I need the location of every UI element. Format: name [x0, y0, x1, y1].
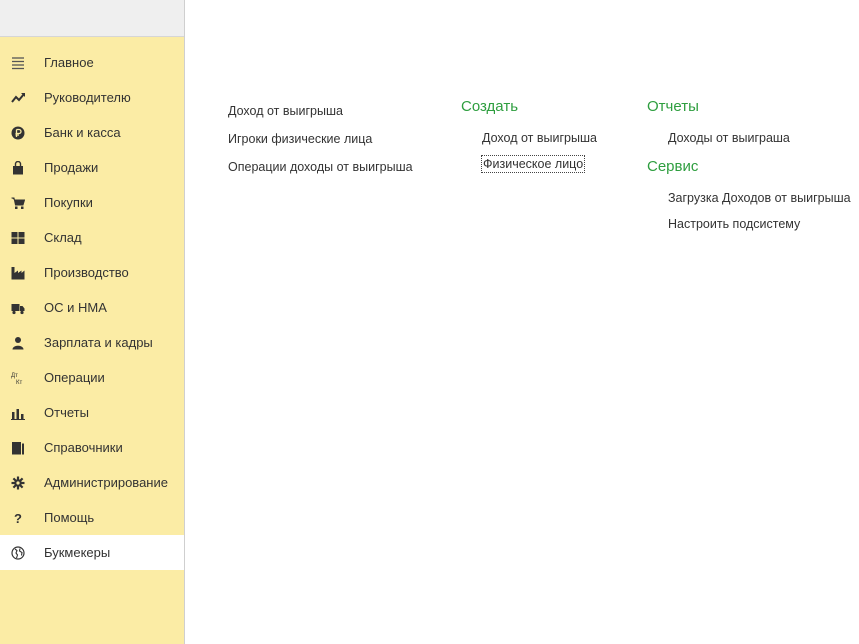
sidebar-item-label: Помощь: [44, 510, 95, 525]
sidebar-item-label: Справочники: [44, 440, 123, 455]
svg-text:Кт: Кт: [16, 380, 22, 385]
globe-icon: [11, 545, 25, 560]
sidebar-item-help[interactable]: ? Помощь: [0, 500, 184, 535]
person-icon: [11, 336, 25, 350]
report-income-from-winnings[interactable]: Доходы от выиграша: [668, 130, 851, 146]
factory-icon: [11, 266, 25, 280]
bar-chart-icon: [11, 406, 25, 420]
sidebar-item-label: Продажи: [44, 160, 99, 175]
link-income-from-winnings[interactable]: Доход от выигрыша: [228, 103, 413, 119]
sidebar-item-label: Отчеты: [44, 405, 89, 420]
question-icon: ?: [11, 511, 25, 525]
link-players-individuals[interactable]: Игроки физические лица: [228, 131, 413, 147]
reports-section-title: Отчеты: [647, 98, 699, 115]
link-winnings-operations[interactable]: Операции доходы от выигрыша: [228, 159, 413, 175]
sidebar-item-label: Производство: [44, 265, 129, 280]
sidebar-item-sales[interactable]: Продажи: [0, 150, 184, 185]
sidebar-item-bank[interactable]: Банк и касса: [0, 115, 184, 150]
sidebar-item-production[interactable]: Производство: [0, 255, 184, 290]
sidebar-item-label: Склад: [44, 230, 82, 245]
reports-service-column: Отчеты Доходы от выиграша Сервис Загрузк…: [647, 98, 851, 242]
ruble-icon: [11, 126, 25, 140]
svg-text:?: ?: [14, 511, 22, 525]
sidebar-item-label: Покупки: [44, 195, 93, 210]
sidebar-item-label: Банк и касса: [44, 125, 121, 140]
sidebar-item-label: ОС и НМА: [44, 300, 107, 315]
sidebar-item-fixed-assets[interactable]: ОС и НМА: [0, 290, 184, 325]
sidebar: Главное Руководителю Банк и касса Продаж…: [0, 0, 185, 644]
service-configure-subsystem[interactable]: Настроить подсистему: [668, 216, 851, 232]
sidebar-item-administration[interactable]: Администрирование: [0, 465, 184, 500]
sidebar-item-warehouse[interactable]: Склад: [0, 220, 184, 255]
create-section: Создать Доход от выигрыша Физическое лиц…: [461, 98, 597, 182]
shopping-bag-icon: [11, 160, 25, 175]
service-section-title: Сервис: [647, 158, 699, 175]
cart-icon: [11, 196, 25, 210]
truck-icon: [11, 301, 25, 315]
menu-lines-icon: [11, 56, 25, 70]
sidebar-item-label: Букмекеры: [44, 545, 111, 560]
sidebar-item-main[interactable]: Главное: [0, 45, 184, 80]
create-income-from-winnings[interactable]: Доход от выигрыша: [482, 130, 597, 146]
sidebar-item-manager[interactable]: Руководителю: [0, 80, 184, 115]
sidebar-item-label: Зарплата и кадры: [44, 335, 153, 350]
sidebar-item-label: Руководителю: [44, 90, 131, 105]
main-links: Доход от выигрыша Игроки физические лица…: [228, 103, 413, 187]
sidebar-item-bookmakers[interactable]: Букмекеры: [0, 535, 184, 570]
sidebar-item-label: Администрирование: [44, 475, 168, 490]
sidebar-item-label: Главное: [44, 55, 94, 70]
create-individual[interactable]: Физическое лицо: [480, 155, 586, 173]
sidebar-item-purchases[interactable]: Покупки: [0, 185, 184, 220]
svg-text:Дт: Дт: [11, 373, 18, 379]
sidebar-item-label: Операции: [44, 370, 105, 385]
trend-icon: [11, 91, 25, 105]
main-content: Доход от выигрыша Игроки физические лица…: [185, 0, 859, 644]
sidebar-item-salary[interactable]: Зарплата и кадры: [0, 325, 184, 360]
service-load-winnings-income[interactable]: Загрузка Доходов от выигрыша: [668, 190, 851, 206]
dt-kt-icon: Дт Кт: [11, 371, 25, 385]
create-section-title: Создать: [461, 98, 519, 115]
sidebar-item-catalogs[interactable]: Справочники: [0, 430, 184, 465]
sidebar-item-operations[interactable]: Дт Кт Операции: [0, 360, 184, 395]
warehouse-icon: [11, 231, 25, 245]
sidebar-item-reports[interactable]: Отчеты: [0, 395, 184, 430]
gear-icon: [11, 476, 25, 490]
books-icon: [11, 441, 25, 455]
sidebar-nav: Главное Руководителю Банк и касса Продаж…: [0, 45, 184, 570]
sidebar-header: [0, 0, 184, 37]
